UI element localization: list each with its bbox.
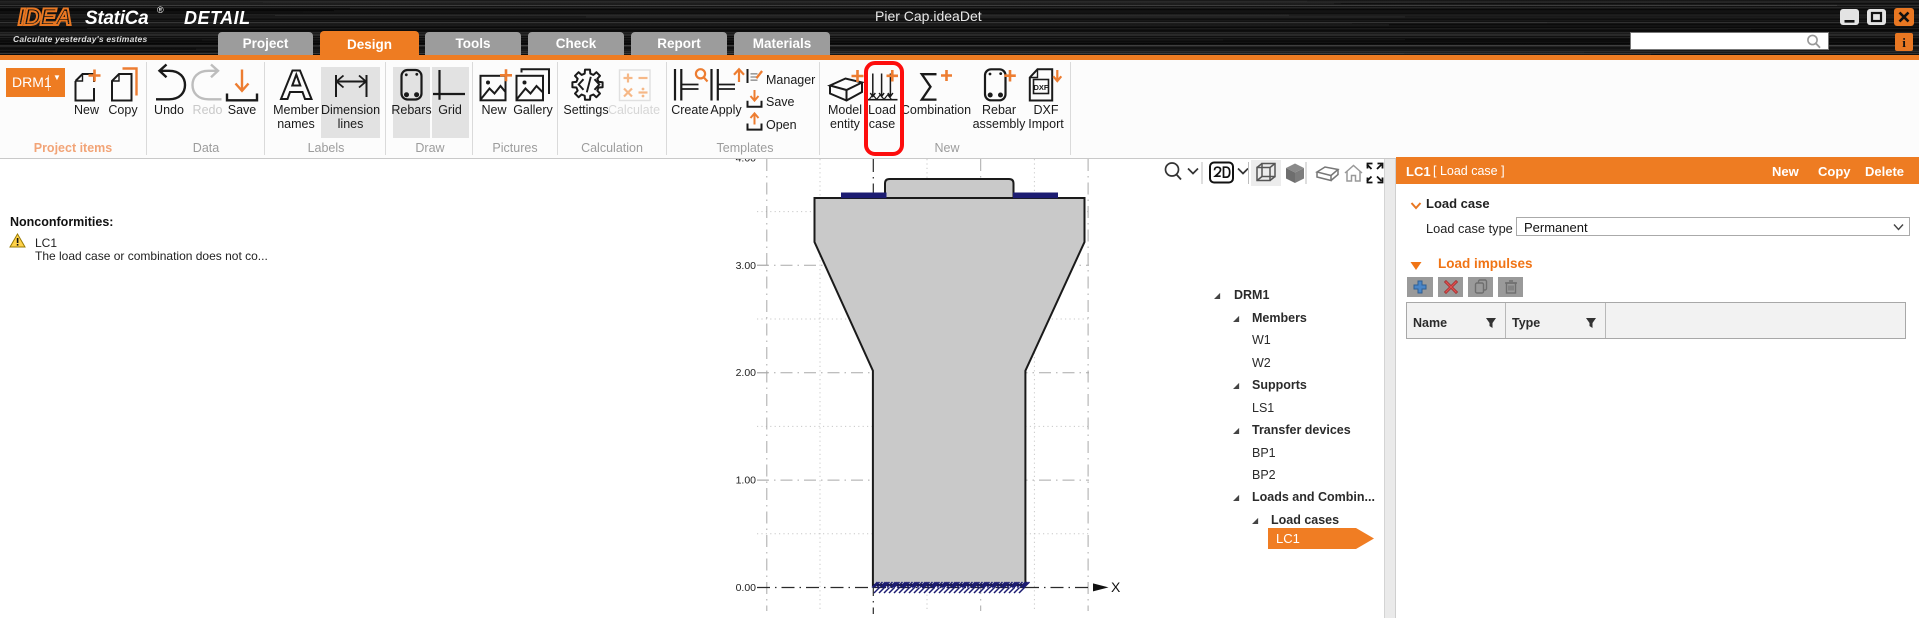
svg-text:LC1: LC1 [1276, 531, 1300, 546]
svg-text:1.00: 1.00 [736, 475, 757, 487]
svg-text:i: i [1902, 35, 1906, 50]
svg-text:0.00: 0.00 [736, 582, 757, 594]
svg-text:DXF: DXF [1034, 83, 1049, 92]
svg-text:®: ® [157, 5, 164, 15]
svg-text:3.00: 3.00 [736, 260, 757, 272]
svg-text:StatiCa: StatiCa [85, 8, 149, 29]
svg-text:X: X [1111, 579, 1121, 595]
svg-text:4.00: 4.00 [736, 159, 757, 165]
svg-text:2.00: 2.00 [736, 367, 757, 379]
svg-text:IDEA: IDEA [18, 4, 71, 31]
